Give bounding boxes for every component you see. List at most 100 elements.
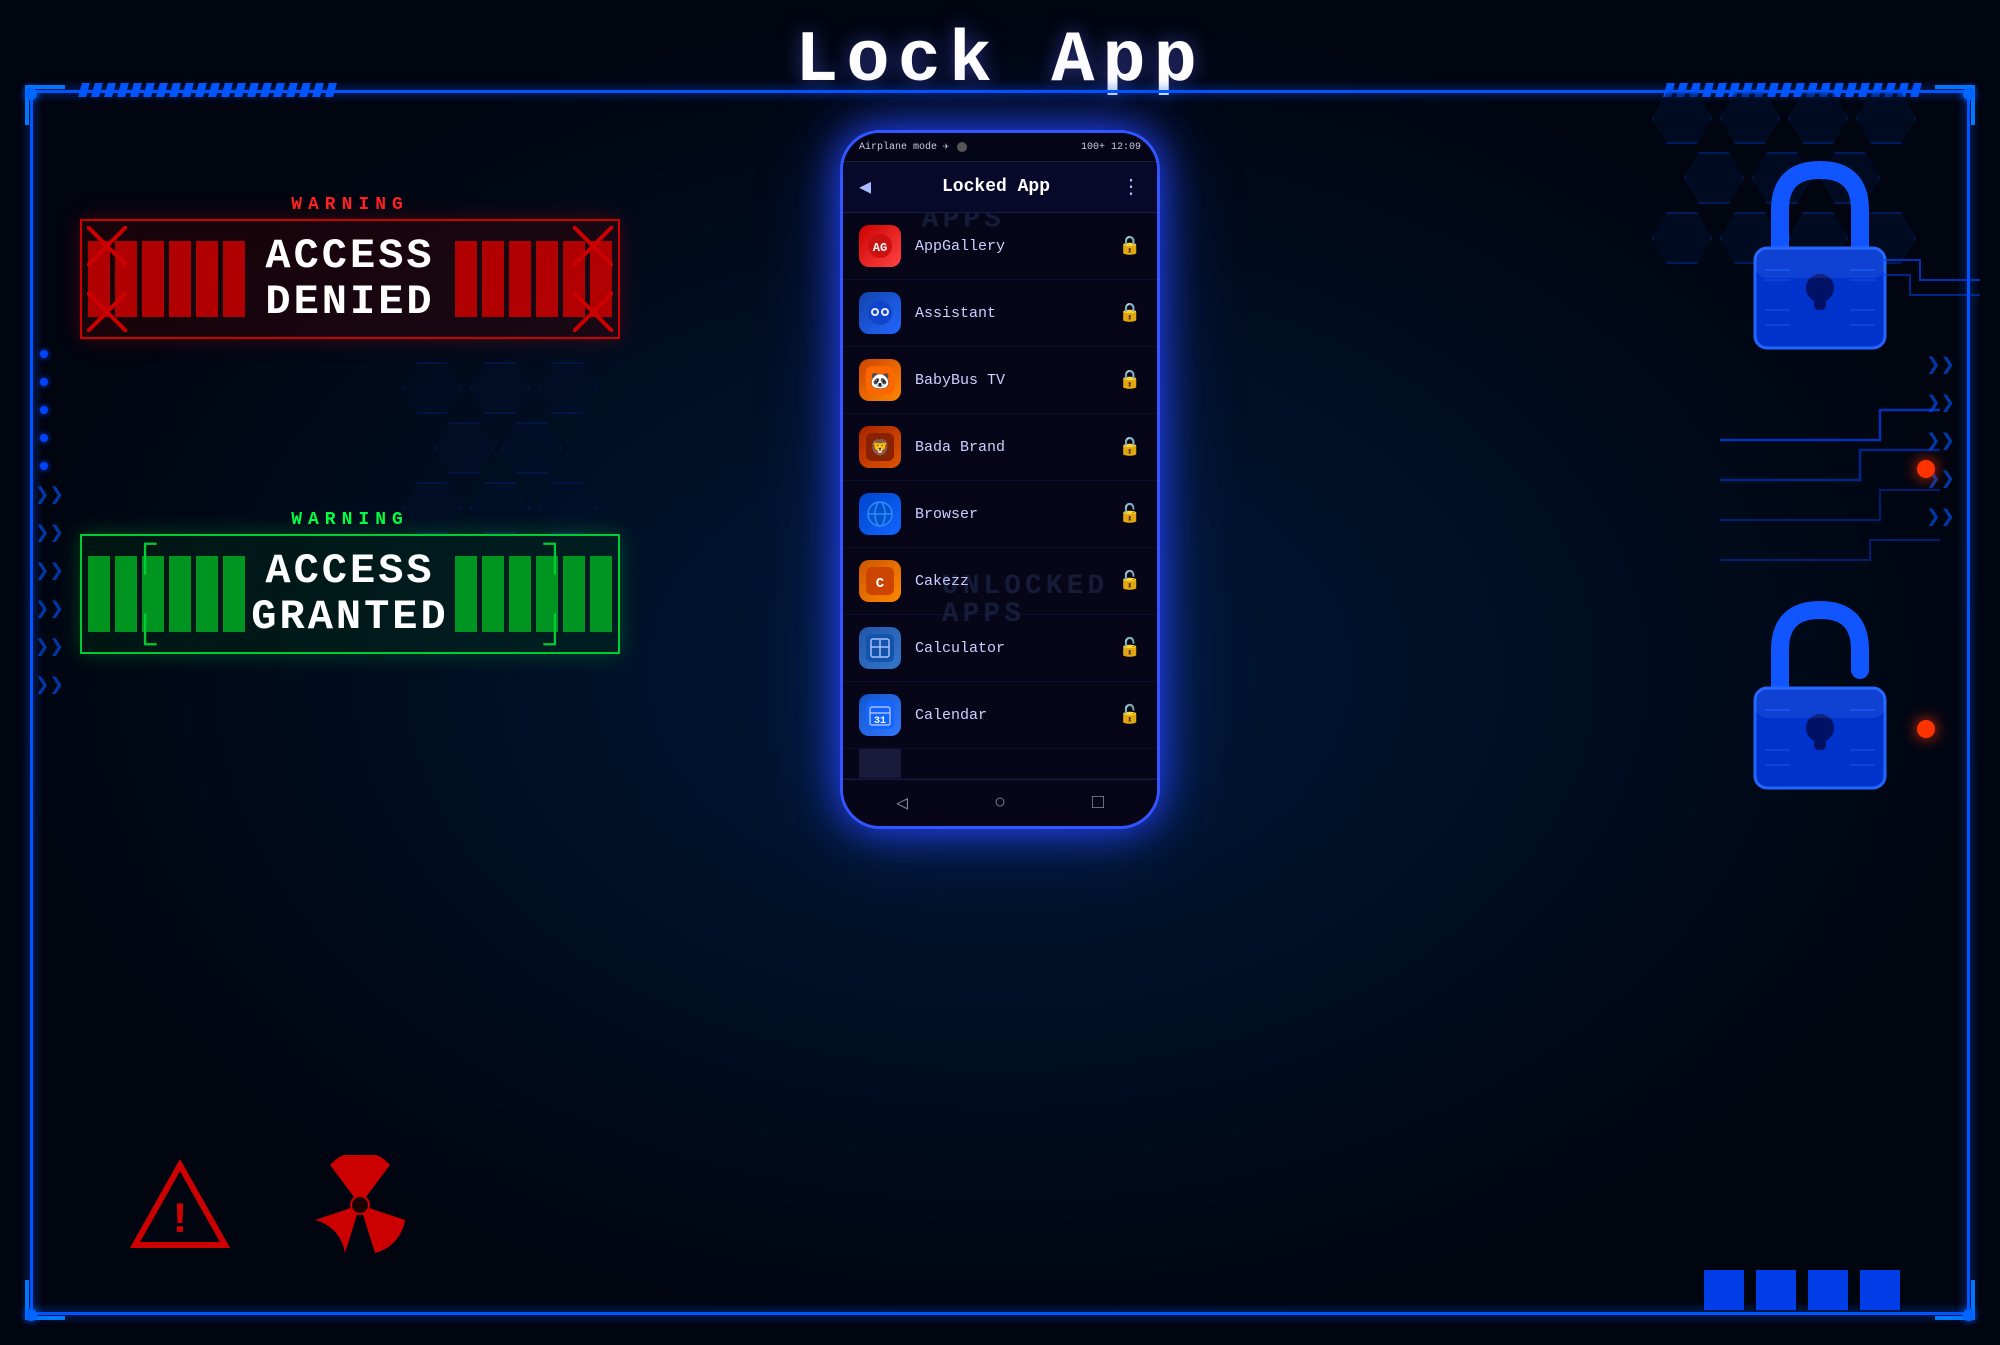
radiation-icon: [310, 1155, 410, 1255]
square-1: [1704, 1270, 1744, 1310]
side-dot: [40, 378, 48, 386]
statusbar-right: 100+ 12:09: [1081, 142, 1141, 153]
chevron-icon: ❯❯: [35, 518, 64, 548]
list-item[interactable]: 31 Calendar 🔓: [843, 682, 1157, 749]
locked-padlock-icon: [1740, 160, 1900, 360]
access-granted-banner: ACCESS GRANTED: [80, 534, 620, 654]
side-dot: [40, 350, 48, 358]
app-icon-calendar: 31: [859, 694, 901, 736]
locked-padlock-section: [1740, 160, 1900, 365]
chevron-icon: ❯❯: [1926, 350, 1955, 380]
side-dot: [40, 406, 48, 414]
app-name-cakezz: Cakezz: [915, 573, 1105, 590]
lock-icon-babybus[interactable]: 🔒: [1119, 369, 1141, 391]
svg-text:🐼: 🐼: [870, 371, 890, 391]
app-list: AG AppGallery 🔒 LOCKEDAPPS Assistant 🔒 🐼: [843, 213, 1157, 779]
access-denied-text: ACCESS DENIED: [251, 233, 449, 325]
app-icon-cakezz: C: [859, 560, 901, 602]
warning-label-granted: WARNING: [80, 510, 620, 530]
square-3: [1808, 1270, 1848, 1310]
app-icon-assistant: [859, 292, 901, 334]
statusbar-left: Airplane mode ✈: [859, 141, 971, 153]
warning-label-denied: WARNING: [80, 195, 620, 215]
app-name-bada: Bada Brand: [915, 439, 1105, 456]
chevron-icon: ❯❯: [35, 670, 64, 700]
app-icon-browser: [859, 493, 901, 535]
list-item[interactable]: [843, 749, 1157, 779]
phone-screen-title: Locked App: [942, 177, 1050, 197]
svg-text:🦁: 🦁: [870, 438, 890, 458]
app-icon-babybus: 🐼: [859, 359, 901, 401]
app-icon-calculator: [859, 627, 901, 669]
warning-triangle-icon: !: [130, 1160, 230, 1250]
chevron-icon: ❯❯: [35, 632, 64, 662]
app-icon-appgallery: AG: [859, 225, 901, 267]
green-bracket-svg: [82, 536, 618, 652]
chevron-icon: ❯❯: [35, 594, 64, 624]
lock-icon-bada[interactable]: 🔒: [1119, 436, 1141, 458]
list-item[interactable]: Assistant 🔒: [843, 280, 1157, 347]
square-2: [1756, 1270, 1796, 1310]
camera-dot: [957, 142, 967, 152]
chevron-icon: ❯❯: [35, 556, 64, 586]
app-name-babybus: BabyBus TV: [915, 372, 1105, 389]
phone-body: Airplane mode ✈ 100+ 12:09 ◀ Locked App …: [840, 130, 1160, 829]
list-item[interactable]: Browser 🔓: [843, 481, 1157, 548]
svg-text:31: 31: [874, 716, 886, 727]
back-button[interactable]: ◀: [859, 174, 871, 200]
tick-marks-left: [80, 83, 335, 97]
circuit-lines-right: [1720, 390, 1940, 570]
phone-header: ◀ Locked App ⋮: [843, 162, 1157, 213]
svg-text:C: C: [876, 576, 885, 592]
app-name-assistant: Assistant: [915, 305, 1105, 322]
menu-button[interactable]: ⋮: [1121, 174, 1141, 200]
side-dots-left: [40, 350, 48, 470]
app-name-calendar: Calendar: [915, 707, 1105, 724]
lock-icon-calculator[interactable]: 🔓: [1119, 637, 1141, 659]
list-item[interactable]: AG AppGallery 🔒 LOCKEDAPPS: [843, 213, 1157, 280]
phone-navbar: ◁ ○ □: [843, 779, 1157, 826]
list-item[interactable]: 🦁 Bada Brand 🔒: [843, 414, 1157, 481]
lock-icon-browser[interactable]: 🔓: [1119, 503, 1141, 525]
chevrons-left: ❯❯ ❯❯ ❯❯ ❯❯ ❯❯ ❯❯: [35, 480, 64, 700]
square-4: [1860, 1270, 1900, 1310]
app-name-calculator: Calculator: [915, 640, 1105, 657]
list-item[interactable]: C Cakezz 🔓 UNLOCKEDAPPS: [843, 548, 1157, 615]
nav-home-button[interactable]: ○: [994, 792, 1006, 815]
unlocked-padlock-icon: [1740, 600, 1900, 800]
x-corner-bl: [87, 292, 127, 332]
lock-icon-appgallery[interactable]: 🔒: [1119, 235, 1141, 257]
access-denied-banner: ACCESS DENIED: [80, 219, 620, 339]
nav-back-button[interactable]: ◁: [896, 790, 908, 816]
red-dot-2: [1917, 720, 1935, 738]
x-corner-br: [573, 292, 613, 332]
app-icon-partial: [859, 749, 901, 779]
app-icon-bada: 🦁: [859, 426, 901, 468]
access-granted-section: WARNING ACCESS GRANTED: [80, 510, 620, 654]
squares-bottom-right: [1704, 1270, 1900, 1310]
app-name-browser: Browser: [915, 506, 1105, 523]
access-denied-section: WARNING ACCESS DENIED: [80, 195, 620, 339]
lock-icon-cakezz[interactable]: 🔓: [1119, 570, 1141, 592]
airplane-mode-text: Airplane mode ✈: [859, 141, 949, 153]
circuit-from-lock: [1880, 240, 1980, 300]
unlocked-padlock-section: [1740, 600, 1900, 805]
list-item[interactable]: 🐼 BabyBus TV 🔒: [843, 347, 1157, 414]
chevron-icon: ❯❯: [35, 480, 64, 510]
warning-icons: !: [130, 1155, 410, 1255]
svg-text:!: !: [167, 1196, 193, 1246]
list-item[interactable]: Calculator 🔓: [843, 615, 1157, 682]
x-corner-tr: [573, 226, 613, 266]
side-dot: [40, 434, 48, 442]
lock-icon-calendar[interactable]: 🔓: [1119, 704, 1141, 726]
phone-statusbar: Airplane mode ✈ 100+ 12:09: [843, 133, 1157, 162]
phone-mockup: Airplane mode ✈ 100+ 12:09 ◀ Locked App …: [840, 130, 1160, 829]
watermark-locked: LOCKEDAPPS: [882, 213, 1086, 239]
app-name-appgallery: AppGallery: [915, 238, 1105, 255]
svg-text:AG: AG: [873, 241, 887, 255]
side-dot: [40, 462, 48, 470]
lock-icon-assistant[interactable]: 🔒: [1119, 302, 1141, 324]
nav-recents-button[interactable]: □: [1092, 792, 1104, 815]
x-corner-tl: [87, 226, 127, 266]
page-title: Lock App: [795, 20, 1205, 102]
